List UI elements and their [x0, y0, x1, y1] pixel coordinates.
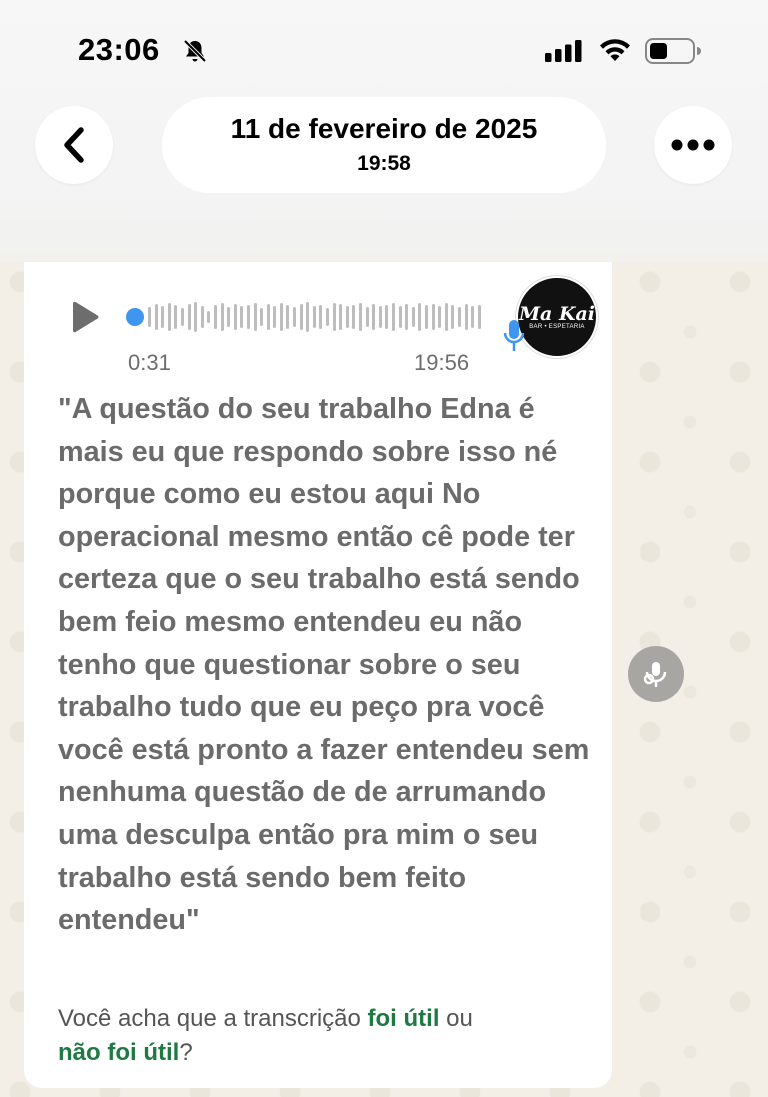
- sender-avatar[interactable]: Ma Kai BAR • ESPETARIA: [516, 276, 598, 358]
- waveform-bar: [227, 307, 231, 327]
- cellular-signal-icon: [545, 40, 585, 67]
- waveform-bar: [424, 305, 428, 329]
- waveform-bar: [431, 304, 435, 330]
- transcription-text: "A questão do seu trabalho Edna é mais e…: [58, 393, 590, 937]
- microphone-icon: [502, 318, 526, 359]
- waveform-bar: [352, 305, 356, 329]
- waveform-bar: [451, 305, 455, 329]
- play-icon[interactable]: [70, 300, 102, 339]
- waveform-bar: [148, 307, 151, 327]
- waveform-bar: [438, 306, 442, 328]
- waveform-bar: [405, 304, 409, 330]
- transcribe-button[interactable]: [628, 646, 684, 702]
- status-bar: 23:06: [0, 0, 768, 100]
- header-date: 11 de fevereiro de 2025: [230, 113, 538, 144]
- header-time: 19:58: [357, 152, 411, 175]
- chevron-left-icon: [64, 127, 84, 163]
- waveform-bar: [161, 306, 165, 328]
- feedback-suffix: ?: [179, 1039, 193, 1066]
- waveform-bar: [332, 303, 336, 331]
- waveform-bar: [418, 303, 422, 331]
- waveform-bar: [154, 304, 158, 330]
- feedback-middle: ou: [439, 1005, 473, 1032]
- waveform-bar: [180, 308, 184, 326]
- waveform-bar: [293, 307, 297, 327]
- waveform-bar: [471, 306, 475, 328]
- waveform-bar: [339, 304, 343, 330]
- waveform-bar: [326, 308, 330, 326]
- waveform-bar: [279, 303, 283, 331]
- transcription-feedback: Você acha que a transcrição foi útil ou n…: [58, 1002, 598, 1070]
- waveform-bar: [372, 304, 376, 330]
- waveform-bar: [200, 306, 204, 328]
- status-time: 23:06: [78, 32, 160, 67]
- waveform-bar: [187, 304, 191, 330]
- audio-waveform[interactable]: [126, 300, 486, 334]
- useful-link[interactable]: foi útil: [368, 1005, 440, 1032]
- feedback-prefix: Você acha que a transcrição: [58, 1005, 368, 1032]
- waveform-bar: [286, 305, 290, 329]
- waveform-bar: [194, 302, 198, 332]
- ellipsis-icon: [671, 139, 715, 151]
- waveform-bar: [306, 302, 310, 332]
- waveform-bar: [457, 307, 461, 327]
- waveform-bar: [213, 305, 217, 329]
- date-header: 11 de fevereiro de 2025 19:58: [162, 97, 606, 193]
- waveform-bar: [260, 308, 264, 326]
- waveform-bar: [207, 311, 211, 323]
- waveform-bar: [266, 304, 270, 330]
- waveform-bar: [444, 303, 448, 331]
- message-timestamp: 19:56: [414, 350, 470, 375]
- battery-icon: [645, 38, 703, 69]
- waveform-bar: [365, 307, 369, 327]
- waveform-bar: [273, 306, 277, 328]
- playback-position-dot[interactable]: [126, 308, 144, 326]
- waveform-bar: [391, 303, 395, 331]
- audio-duration: 0:31: [128, 350, 171, 375]
- waveform-bar: [167, 303, 171, 331]
- waveform-bar: [345, 306, 349, 328]
- waveform-bar: [398, 306, 402, 328]
- waveform-bar: [385, 305, 389, 329]
- waveform-bar: [220, 303, 224, 331]
- back-button[interactable]: [35, 106, 113, 184]
- waveform-bar: [359, 303, 362, 331]
- waveform-bar: [299, 304, 303, 330]
- waveform-bar: [411, 307, 415, 327]
- waveform-bar: [319, 305, 323, 329]
- waveform-bar: [477, 305, 481, 329]
- waveform-bar: [378, 306, 382, 328]
- more-options-button[interactable]: [654, 106, 732, 184]
- waveform-bar: [246, 305, 250, 329]
- waveform-bar: [174, 305, 178, 329]
- wifi-icon: [597, 37, 633, 68]
- avatar-logo-text: Ma Kai: [519, 303, 595, 325]
- mic-transcribe-icon: [643, 662, 667, 687]
- waveform-bar: [312, 306, 316, 328]
- bell-muted-icon: [182, 38, 208, 69]
- waveform-bar: [233, 304, 237, 330]
- not-useful-link[interactable]: não foi útil: [58, 1039, 179, 1066]
- waveform-bar: [464, 304, 468, 330]
- waveform-bar: [253, 303, 257, 331]
- avatar-logo-subtext: BAR • ESPETARIA: [529, 324, 585, 330]
- top-bar: 23:06 11 de fevereiro de 2025 19:58: [0, 0, 768, 262]
- waveform-bar: [240, 306, 244, 328]
